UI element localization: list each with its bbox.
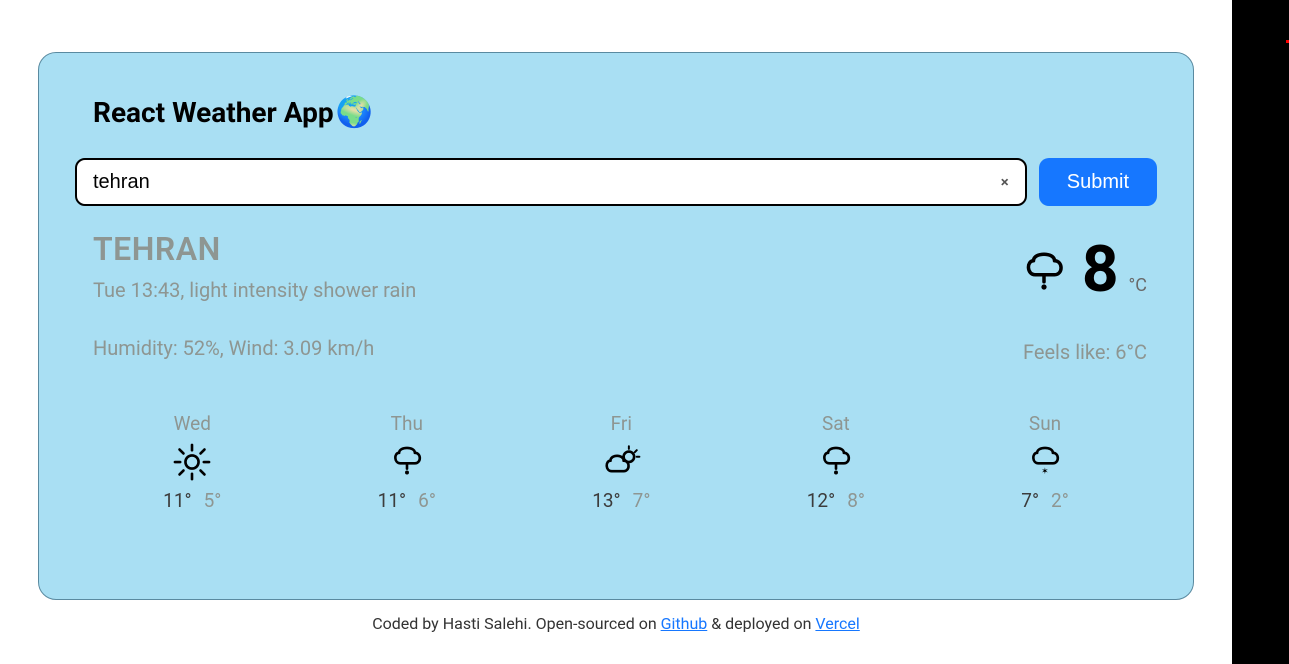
temp-unit: °C — [1129, 275, 1147, 296]
title-text: React Weather App — [93, 96, 334, 129]
temp-high: 11° — [378, 489, 406, 512]
temp-low: 6° — [418, 489, 436, 512]
forecast-row: Wed 11° 5° — [75, 412, 1157, 512]
forecast-item: Sat 12° 8° — [807, 412, 865, 512]
forecast-item: Wed 11° 5° — [163, 412, 221, 512]
datetime-description: Tue 13:43, light intensity shower rain — [93, 278, 1157, 302]
rain-cloud-icon — [386, 441, 428, 483]
search-wrapper: × — [75, 158, 1027, 206]
temp-high: 11° — [163, 489, 191, 512]
forecast-item: Thu 11° 6° — [378, 412, 436, 512]
forecast-day: Thu — [391, 412, 423, 435]
humidity-wind: Humidity: 52%, Wind: 3.09 km/h — [93, 336, 1157, 360]
forecast-temps: 11° 5° — [163, 489, 221, 512]
forecast-item: Fri 13° 7° — [592, 412, 650, 512]
rain-cloud-icon — [1016, 245, 1072, 301]
footer-text-mid: & deployed on — [707, 614, 815, 633]
temp-low: 2° — [1051, 489, 1069, 512]
submit-button[interactable]: Submit — [1039, 158, 1157, 206]
temp-low: 5° — [204, 489, 222, 512]
forecast-item: Sun ✶ 7° 2° — [1021, 412, 1069, 512]
current-temp-block: 8 °C — [1016, 238, 1147, 302]
vercel-link[interactable]: Vercel — [815, 614, 859, 633]
clear-icon[interactable]: × — [1001, 173, 1009, 191]
weather-card: React Weather App 🌍 × Submit TEHRAN Tue … — [38, 52, 1194, 600]
footer-text-pre: Coded by Hasti Salehi. Open-sourced on — [372, 614, 660, 633]
snow-cloud-icon: ✶ — [1024, 441, 1066, 483]
forecast-day: Fri — [611, 412, 632, 435]
forecast-temps: 7° 2° — [1021, 489, 1069, 512]
forecast-day: Wed — [174, 412, 211, 435]
earth-icon: 🌍 — [336, 95, 373, 130]
temp-high: 12° — [807, 489, 835, 512]
temp-low: 8° — [847, 489, 865, 512]
temp-high: 7° — [1021, 489, 1039, 512]
search-row: × Submit — [75, 158, 1157, 206]
temp-high: 13° — [592, 489, 620, 512]
city-name: TEHRAN — [93, 230, 1157, 268]
footer: Coded by Hasti Salehi. Open-sourced on G… — [0, 614, 1232, 633]
sun-icon — [171, 441, 213, 483]
city-search-input[interactable] — [75, 158, 1027, 206]
partly-cloudy-icon — [600, 441, 642, 483]
forecast-temps: 13° 7° — [592, 489, 650, 512]
forecast-day: Sat — [822, 412, 850, 435]
rain-cloud-icon — [815, 441, 857, 483]
github-link[interactable]: Github — [661, 614, 708, 633]
svg-text:✶: ✶ — [1041, 466, 1049, 477]
current-weather: TEHRAN Tue 13:43, light intensity shower… — [75, 230, 1157, 360]
temp-low: 7° — [633, 489, 651, 512]
current-temp: 8 — [1082, 238, 1119, 302]
forecast-temps: 12° 8° — [807, 489, 865, 512]
feels-like: Feels like: 6°C — [1023, 340, 1147, 364]
app-title: React Weather App 🌍 — [93, 95, 1157, 130]
forecast-day: Sun — [1029, 412, 1061, 435]
forecast-temps: 11° 6° — [378, 489, 436, 512]
